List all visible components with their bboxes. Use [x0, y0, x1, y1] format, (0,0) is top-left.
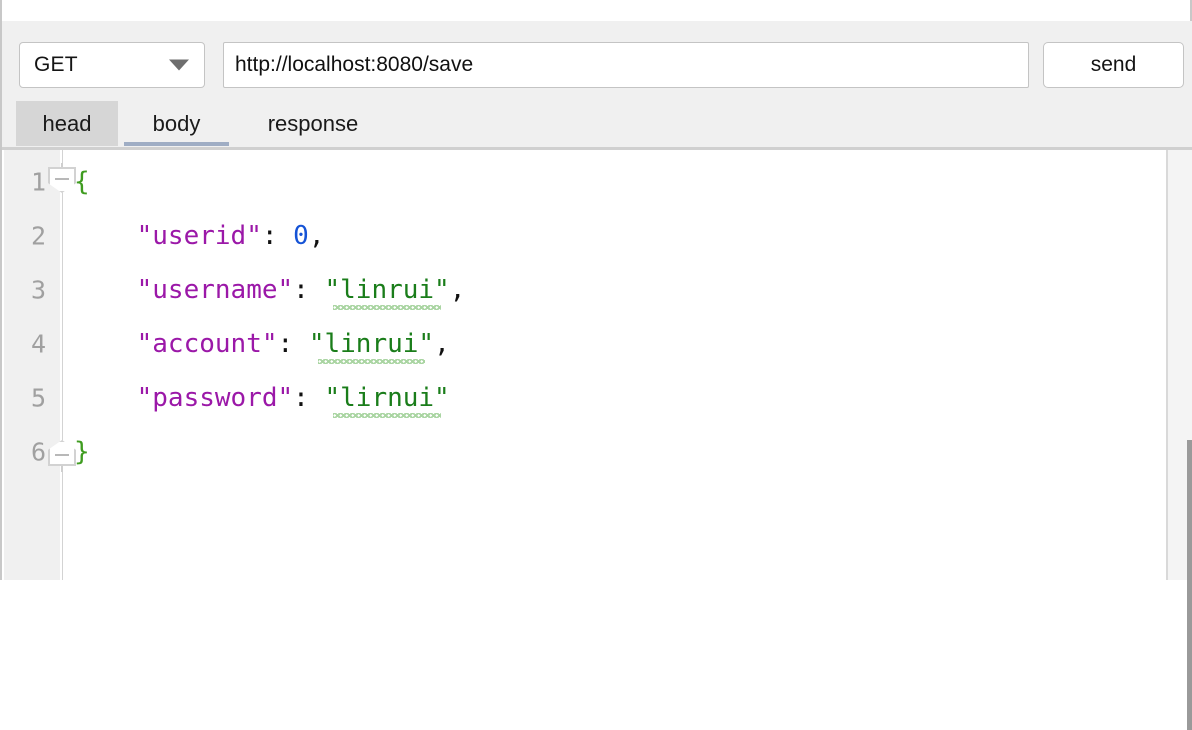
json-token-punc	[74, 383, 137, 413]
code-fold-minus-icon	[55, 454, 69, 456]
code-fold-shape	[48, 167, 76, 193]
json-token-punc: ,	[308, 221, 325, 251]
editor-line: 5 "password": "lirnui"	[2, 371, 1192, 425]
json-token-punc	[74, 221, 137, 251]
editor-line-code: "account": "linrui",	[74, 329, 450, 364]
json-token-punc: :	[261, 221, 294, 251]
code-fold-minus-icon	[55, 178, 69, 180]
json-token-key: "account"	[136, 329, 278, 359]
line-number: 6	[30, 437, 46, 467]
json-string-value-misspelled: "lirnui"	[324, 383, 450, 418]
json-token-punc: ,	[449, 275, 466, 305]
tab-body[interactable]: body	[124, 101, 229, 146]
json-token-punc: :	[277, 329, 309, 359]
editor-line-code: "username": "linrui",	[74, 275, 466, 310]
json-token-brace: {	[74, 167, 90, 197]
json-token-punc	[74, 275, 137, 305]
json-body-editor[interactable]: 1{2 "userid": 0, 3 "username": "linrui", 4…	[0, 150, 1192, 580]
editor-vertical-scrollbar-track[interactable]	[1168, 150, 1192, 730]
line-number: 2	[30, 221, 46, 251]
url-input[interactable]	[223, 42, 1029, 88]
tab-body-label: body	[152, 111, 201, 136]
json-token-number: 0	[293, 221, 309, 251]
chevron-down-icon	[169, 59, 189, 71]
editor-line-code: {	[74, 167, 90, 197]
editor-line-code: "password": "lirnui"	[74, 383, 450, 418]
json-token-key: "userid"	[136, 221, 262, 251]
json-token-punc: :	[293, 275, 325, 305]
request-toolbar: GET send	[0, 21, 1192, 101]
tab-head[interactable]: head	[16, 101, 118, 146]
editor-line: 2 "userid": 0,	[2, 209, 1192, 263]
line-number: 5	[30, 383, 46, 413]
code-fold-shape	[48, 440, 76, 466]
json-token-key: "password"	[136, 383, 294, 413]
http-method-selected-value: GET	[34, 53, 78, 76]
code-fold-end-icon[interactable]	[48, 437, 76, 472]
json-token-key: "username"	[136, 275, 294, 305]
http-method-select[interactable]: GET	[19, 42, 205, 88]
editor-line: 6}	[2, 425, 1192, 479]
send-button[interactable]: send	[1043, 42, 1184, 88]
json-token-punc	[74, 329, 137, 359]
editor-line: 4 "account": "linrui",	[2, 317, 1192, 371]
window-top-strip	[0, 0, 1192, 21]
tab-head-label: head	[42, 111, 92, 136]
editor-line: 3 "username": "linrui",	[2, 263, 1192, 317]
json-token-brace: }	[74, 437, 90, 467]
json-string-value-misspelled: "linrui"	[324, 275, 450, 310]
json-token-punc: ,	[434, 329, 450, 359]
request-tabs: head body response	[0, 101, 1192, 150]
tab-body-selected-indicator	[124, 142, 229, 146]
json-string-value-misspelled: "linrui"	[308, 329, 435, 364]
line-number: 1	[30, 167, 46, 197]
line-number: 4	[30, 329, 46, 359]
editor-vertical-scrollbar-thumb[interactable]	[1187, 440, 1192, 730]
tab-response-label: response	[267, 111, 359, 136]
tab-response[interactable]: response	[237, 101, 389, 146]
editor-line-code: "userid": 0,	[74, 221, 325, 251]
json-token-punc: :	[293, 383, 325, 413]
editor-line: 1{	[2, 155, 1192, 209]
code-fold-collapse-icon[interactable]	[48, 163, 76, 197]
editor-line-code: }	[74, 437, 90, 467]
line-number: 3	[30, 275, 46, 305]
http-client-window: GET send head body response 1{2 "userid"…	[0, 0, 1192, 730]
